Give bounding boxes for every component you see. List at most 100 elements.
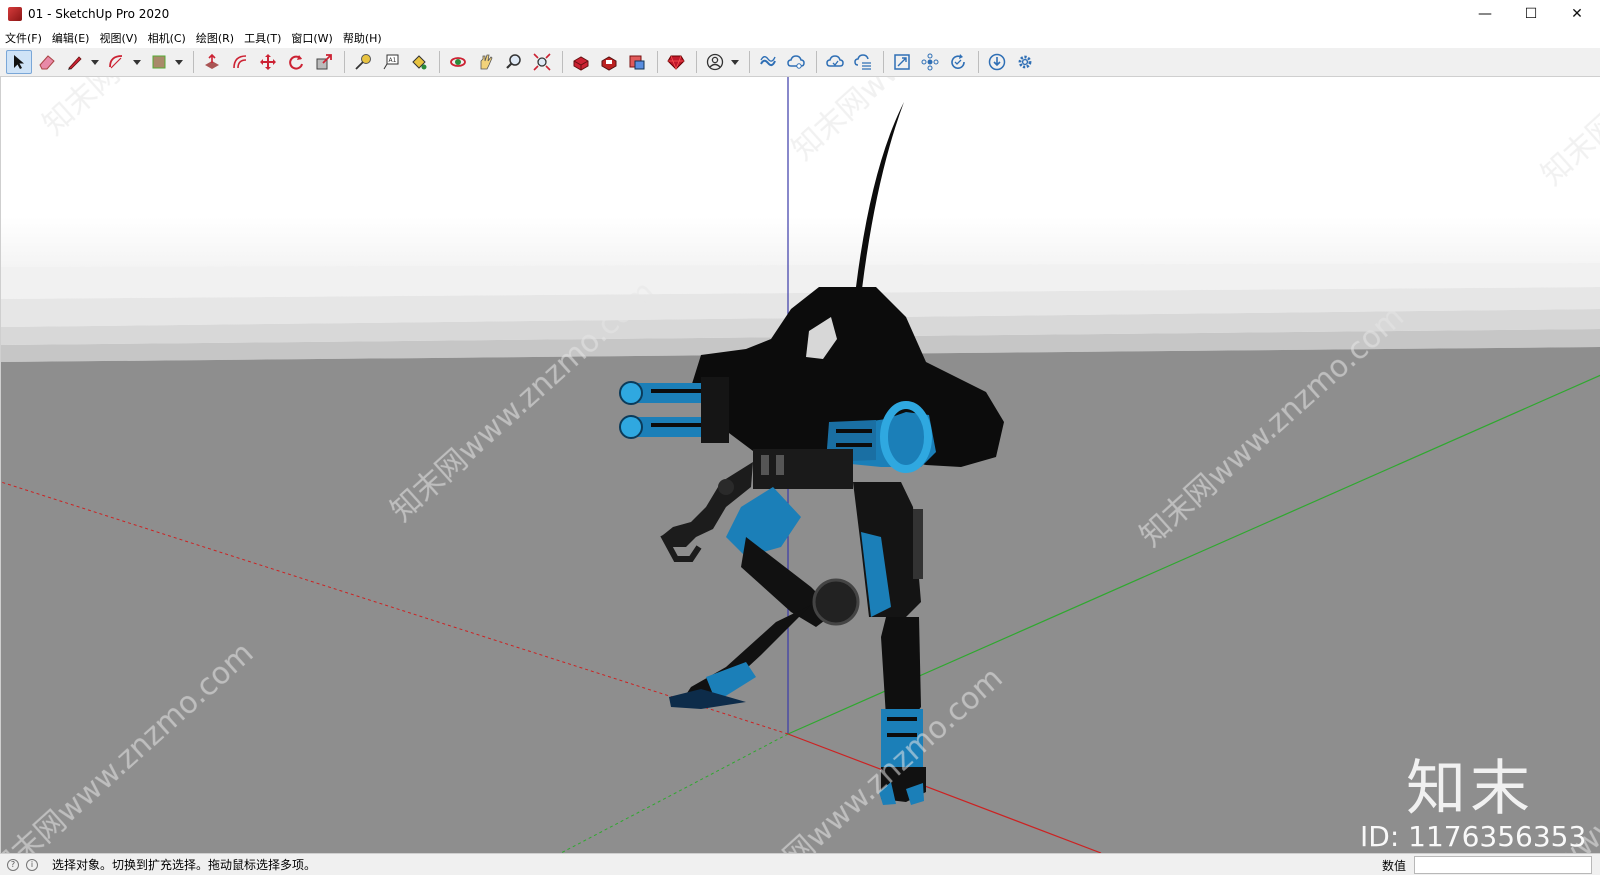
push-pull-icon	[205, 53, 219, 69]
geolocation-icon[interactable]: ?	[7, 858, 19, 871]
select-icon	[14, 55, 24, 69]
zoom-icon	[506, 54, 521, 69]
zoom-extents-icon	[533, 53, 551, 71]
measurements-input[interactable]	[1414, 856, 1592, 874]
extension-warehouse-icon	[601, 56, 617, 71]
menu-window[interactable]: 窗口(W)	[286, 30, 337, 46]
download-icon	[988, 53, 1006, 71]
toolbar-separator	[978, 51, 979, 73]
scale-tool-button[interactable]	[311, 50, 337, 74]
move-icon	[260, 54, 276, 70]
toolbar-separator	[696, 51, 697, 73]
menu-file[interactable]: 文件(F)	[0, 30, 47, 46]
arc-tool-button[interactable]	[104, 50, 130, 74]
toolbar-separator	[439, 51, 440, 73]
sketchup-window: 01 - SketchUp Pro 2020 — ☐ ✕ 文件(F) 编辑(E)…	[0, 0, 1600, 875]
scale-icon	[316, 54, 332, 70]
cloud-list-icon	[854, 54, 871, 70]
eraser-tool-button[interactable]	[34, 50, 60, 74]
measurements-box: 数值	[1382, 856, 1592, 874]
arc-tool-dropdown[interactable]	[132, 50, 142, 74]
toolbar-separator	[883, 51, 884, 73]
rotate-tool-button[interactable]	[283, 50, 309, 74]
menu-view[interactable]: 视图(V)	[94, 30, 142, 46]
model-id-label: ID: 1176356353	[1360, 820, 1587, 853]
paint-bucket-icon	[412, 55, 427, 70]
model-viewport[interactable]: 知末网www.znzmo.com	[0, 77, 1600, 853]
menu-bar: 文件(F) 编辑(E) 视图(V) 相机(C) 绘图(R) 工具(T) 窗口(W…	[0, 28, 1600, 48]
minimize-button[interactable]: —	[1462, 0, 1508, 28]
tape-measure-tool-button[interactable]	[350, 50, 376, 74]
arc-icon	[109, 55, 123, 69]
pan-icon	[480, 54, 493, 70]
settings-icon	[1018, 55, 1032, 69]
3d-warehouse-icon	[573, 56, 589, 71]
account-dropdown[interactable]	[730, 50, 740, 74]
account-icon	[706, 53, 724, 71]
solid-inspector-icon	[894, 54, 910, 70]
layout-button[interactable]	[624, 50, 650, 74]
tape-measure-icon	[355, 54, 371, 70]
component-button[interactable]	[917, 50, 943, 74]
text-icon: A1	[383, 54, 399, 70]
rotate-icon	[289, 55, 303, 70]
rectangle-tool-button[interactable]	[146, 50, 172, 74]
menu-camera[interactable]: 相机(C)	[143, 30, 191, 46]
toolbar-separator	[657, 51, 658, 73]
menu-help[interactable]: 帮助(H)	[338, 30, 387, 46]
rectangle-icon	[152, 55, 166, 69]
3d-warehouse-button[interactable]	[568, 50, 594, 74]
orbit-tool-button[interactable]	[445, 50, 471, 74]
zoom-extents-tool-button[interactable]	[529, 50, 555, 74]
extension-warehouse-button[interactable]	[596, 50, 622, 74]
title-bar: 01 - SketchUp Pro 2020 — ☐ ✕	[0, 0, 1600, 28]
select-tool-button[interactable]	[6, 50, 32, 74]
close-button[interactable]: ✕	[1554, 0, 1600, 28]
cloud-share-button[interactable]	[783, 50, 809, 74]
pencil-icon	[68, 56, 82, 70]
refresh-icon	[951, 54, 965, 69]
toolbar-separator	[749, 51, 750, 73]
move-tool-button[interactable]	[255, 50, 281, 74]
menu-tools[interactable]: 工具(T)	[239, 30, 286, 46]
pan-tool-button[interactable]	[473, 50, 499, 74]
download-button[interactable]	[984, 50, 1010, 74]
solid-inspector-button[interactable]	[889, 50, 915, 74]
window-title: 01 - SketchUp Pro 2020	[28, 7, 170, 21]
text-tool-button[interactable]: A1	[378, 50, 404, 74]
status-bar: ? i 选择对象。切换到扩充选择。拖动鼠标选择多项。 数值	[0, 853, 1600, 875]
svg-text:A1: A1	[389, 57, 397, 64]
refresh-button[interactable]	[945, 50, 971, 74]
menu-edit[interactable]: 编辑(E)	[47, 30, 95, 46]
window-controls: — ☐ ✕	[1462, 0, 1600, 28]
scene-canvas[interactable]: 知末网www.znzmo.com	[1, 77, 1600, 853]
rectangle-tool-dropdown[interactable]	[174, 50, 184, 74]
ruby-console-button[interactable]	[663, 50, 689, 74]
offset-tool-button[interactable]	[227, 50, 253, 74]
toolbar-separator	[816, 51, 817, 73]
brand-mark: 知末	[1406, 754, 1534, 824]
push-pull-tool-button[interactable]	[199, 50, 225, 74]
account-button[interactable]	[702, 50, 728, 74]
cloud-share-icon	[787, 55, 805, 69]
ruby-icon	[667, 55, 685, 70]
settings-button[interactable]	[1012, 50, 1038, 74]
line-tool-button[interactable]	[62, 50, 88, 74]
cloud-sync-button[interactable]	[822, 50, 848, 74]
info-icon[interactable]: i	[26, 858, 38, 871]
status-message: 选择对象。切换到扩充选择。拖动鼠标选择多项。	[52, 858, 317, 872]
zoom-tool-button[interactable]	[501, 50, 527, 74]
cloud-sync-icon	[826, 55, 844, 67]
line-tool-dropdown[interactable]	[90, 50, 100, 74]
paint-bucket-tool-button[interactable]	[406, 50, 432, 74]
component-icon	[921, 53, 939, 71]
maximize-button[interactable]: ☐	[1508, 0, 1554, 28]
menu-draw[interactable]: 绘图(R)	[191, 30, 239, 46]
sketchup-logo-icon	[8, 7, 22, 21]
cloud-list-button[interactable]	[850, 50, 876, 74]
measurements-label: 数值	[1381, 858, 1406, 873]
trimble-connect-button[interactable]	[755, 50, 781, 74]
toolbar-separator	[344, 51, 345, 73]
main-toolbar: A1	[0, 48, 1600, 77]
orbit-icon	[450, 57, 466, 67]
